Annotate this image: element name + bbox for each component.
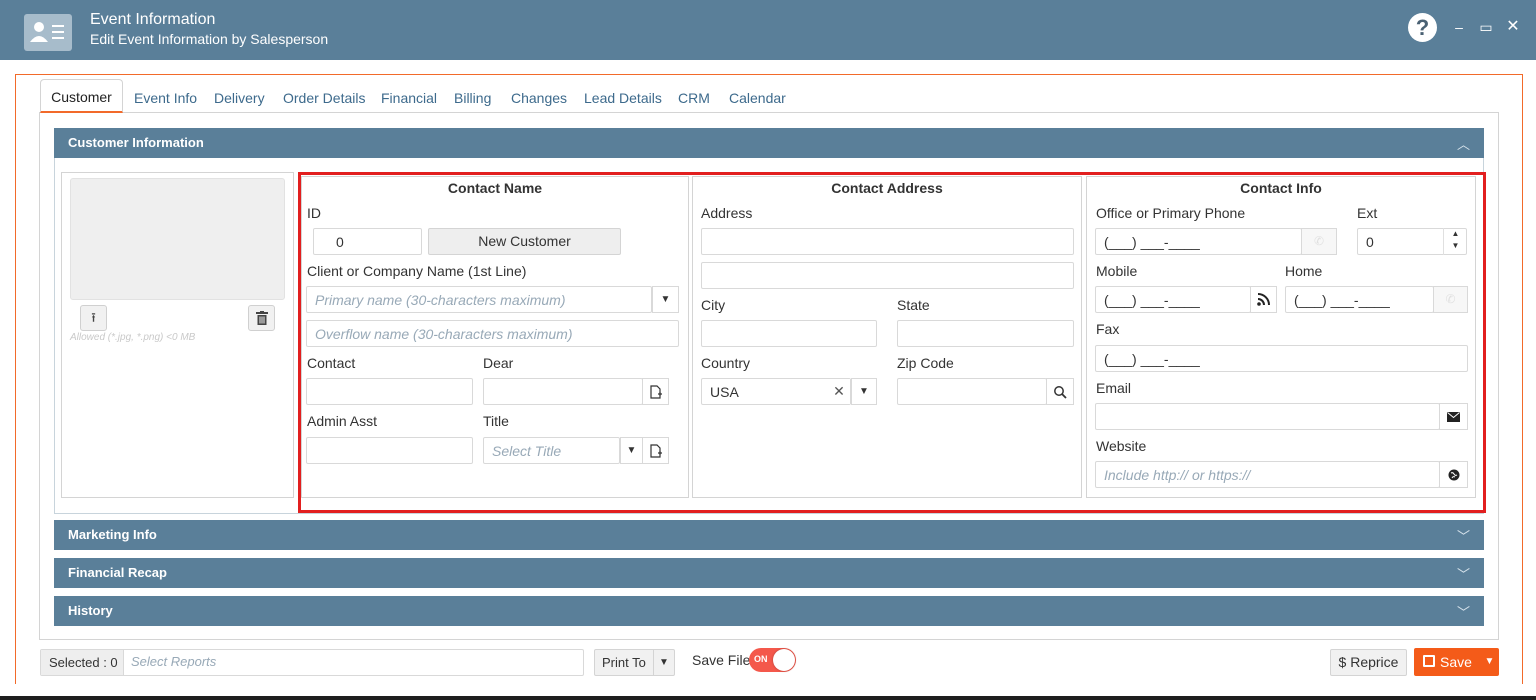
chevron-up-icon: ︿ <box>1456 137 1470 152</box>
save-file-toggle[interactable]: ON <box>749 648 796 672</box>
minimize-button[interactable]: – <box>1452 19 1466 35</box>
trash-icon <box>255 311 268 325</box>
tab-customer[interactable]: Customer <box>40 79 123 113</box>
tab-billing[interactable]: Billing <box>454 86 491 114</box>
tab-lead-details[interactable]: Lead Details <box>584 86 662 114</box>
help-icon[interactable]: ? <box>1408 13 1437 42</box>
allowed-files-note: Allowed (*.jpg, *.png) <0 MB <box>70 332 196 343</box>
delete-photo-button[interactable] <box>248 305 275 331</box>
customer-information-header[interactable]: Customer Information ︿ <box>54 128 1484 158</box>
section-title: Marketing Info <box>68 527 157 542</box>
chevron-down-icon: ﹀ <box>1456 605 1470 620</box>
contact-card-icon <box>24 14 72 51</box>
maximize-button[interactable]: ▭ <box>1479 19 1493 35</box>
window-subtitle: Edit Event Information by Salesperson <box>90 31 329 47</box>
chevron-down-icon: ﹀ <box>1456 529 1470 544</box>
select-reports-input[interactable]: Select Reports <box>131 654 216 669</box>
upload-photo-button[interactable]: ⭱ <box>80 305 107 331</box>
section-title: Customer Information <box>68 135 204 150</box>
tab-delivery[interactable]: Delivery <box>214 86 265 114</box>
customer-photo <box>70 178 285 300</box>
tab-changes[interactable]: Changes <box>511 86 567 114</box>
tab-order-details[interactable]: Order Details <box>283 86 365 114</box>
close-button[interactable]: ✕ <box>1506 19 1520 35</box>
chevron-down-icon[interactable]: ▼ <box>653 650 674 675</box>
reprice-button[interactable]: $ Reprice <box>1330 649 1407 676</box>
marketing-info-header[interactable]: Marketing Info ﹀ <box>54 520 1484 550</box>
toggle-state: ON <box>754 654 768 664</box>
save-label: Save <box>1440 654 1472 670</box>
selected-count: Selected : 0 <box>41 650 124 675</box>
title-bar: Event Information Edit Event Information… <box>0 0 1536 60</box>
tab-event-info[interactable]: Event Info <box>134 86 197 114</box>
tab-crm[interactable]: CRM <box>678 86 710 114</box>
taskbar-edge <box>0 696 1536 700</box>
floppy-disk-icon <box>1423 655 1435 667</box>
toggle-knob <box>773 649 795 671</box>
tab-financial[interactable]: Financial <box>381 86 437 114</box>
chevron-down-icon: ﹀ <box>1456 567 1470 582</box>
save-button[interactable]: Save ▼ <box>1414 648 1499 676</box>
tab-calendar[interactable]: Calendar <box>729 86 786 114</box>
save-file-label: Save File <box>692 652 751 668</box>
history-header[interactable]: History ﹀ <box>54 596 1484 626</box>
section-title: History <box>68 603 113 618</box>
upload-icon: ⭱ <box>91 310 96 325</box>
section-title: Financial Recap <box>68 565 167 580</box>
save-dropdown[interactable]: ▼ <box>1480 648 1499 676</box>
highlight-box <box>298 172 1486 513</box>
window-title: Event Information <box>90 11 216 28</box>
financial-recap-header[interactable]: Financial Recap ﹀ <box>54 558 1484 588</box>
